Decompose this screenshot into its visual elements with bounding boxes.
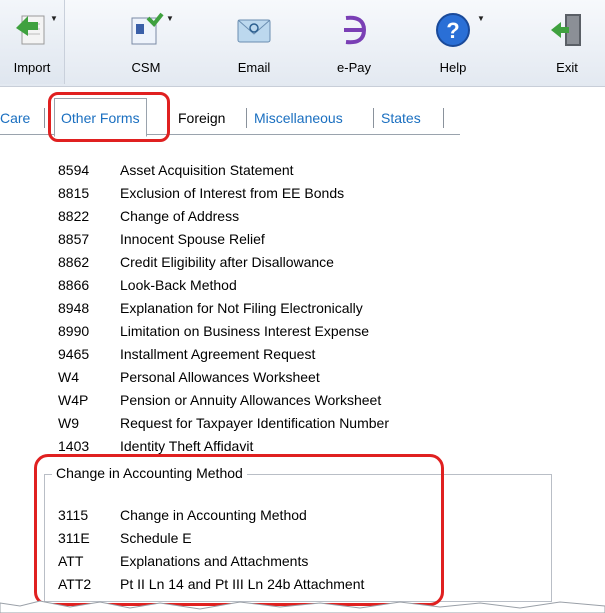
tab-separator xyxy=(373,108,374,128)
exit-button[interactable]: Exit xyxy=(535,0,599,84)
csm-label: CSM xyxy=(131,60,161,75)
tab-foreign[interactable]: Foreign xyxy=(178,102,225,134)
form-code: 8990 xyxy=(58,323,90,339)
help-icon: ? xyxy=(436,13,470,47)
toolbar: ▼ Import ▼ CSM Email e-Pay ? ▼ Help Exit xyxy=(0,0,605,87)
form-code: 8866 xyxy=(58,277,90,293)
form-description: Change of Address xyxy=(120,208,240,224)
form-description: Exclusion of Interest from EE Bonds xyxy=(120,185,345,201)
form-code: 8815 xyxy=(58,185,90,201)
tab-states[interactable]: States xyxy=(381,102,421,134)
form-code: 8594 xyxy=(58,162,90,178)
form-description: Credit Eligibility after Disallowance xyxy=(120,254,334,270)
epay-icon xyxy=(344,15,367,45)
import-label: Import xyxy=(13,60,51,75)
form-description: Installment Agreement Request xyxy=(120,346,316,362)
exit-label: Exit xyxy=(556,60,578,75)
form-description: Pension or Annuity Allowances Worksheet xyxy=(120,392,382,408)
tab-care[interactable]: Care xyxy=(0,102,30,134)
form-code: 8857 xyxy=(58,231,90,247)
form-description: Look-Back Method xyxy=(120,277,237,293)
form-code: W4 xyxy=(58,369,79,385)
exit-icon xyxy=(551,14,581,46)
help-dropdown-icon[interactable]: ▼ xyxy=(477,14,485,23)
csm-button[interactable]: ▼ CSM xyxy=(114,0,178,84)
form-description: Explanation for Not Filing Electronicall… xyxy=(120,300,363,316)
torn-edge-decoration xyxy=(0,600,605,613)
svg-text:?: ? xyxy=(446,18,459,43)
import-button[interactable]: ▼ Import xyxy=(0,0,65,84)
form-description: Request for Taxpayer Identification Numb… xyxy=(120,415,389,431)
epay-button[interactable]: e-Pay xyxy=(322,0,386,84)
epay-label: e-Pay xyxy=(337,60,371,75)
email-icon xyxy=(237,19,271,43)
form-code: 9465 xyxy=(58,346,90,362)
tab-highlight-annotation xyxy=(48,92,170,142)
tab-separator xyxy=(246,108,247,128)
form-description: Identity Theft Affidavit xyxy=(120,438,254,454)
tab-separator xyxy=(44,108,45,128)
tab-separator xyxy=(443,108,444,128)
form-code: 8862 xyxy=(58,254,90,270)
form-code: W9 xyxy=(58,415,79,431)
form-description: Asset Acquisition Statement xyxy=(120,162,294,178)
form-code: 8822 xyxy=(58,208,90,224)
import-dropdown-icon[interactable]: ▼ xyxy=(50,14,58,23)
form-description: Innocent Spouse Relief xyxy=(120,231,265,247)
form-code: 1403 xyxy=(58,438,90,454)
form-code: 8948 xyxy=(58,300,90,316)
email-button[interactable]: Email xyxy=(222,0,286,84)
help-label: Help xyxy=(439,60,467,75)
csm-icon xyxy=(131,12,164,45)
form-code: W4P xyxy=(58,392,89,408)
group-highlight-annotation xyxy=(34,454,444,606)
csm-dropdown-icon[interactable]: ▼ xyxy=(166,14,174,23)
form-description: Personal Allowances Worksheet xyxy=(120,369,320,385)
email-label: Email xyxy=(237,60,271,75)
help-button[interactable]: ? ▼ Help xyxy=(421,0,485,84)
form-description: Limitation on Business Interest Expense xyxy=(120,323,370,339)
import-icon xyxy=(16,15,45,45)
tab-miscellaneous[interactable]: Miscellaneous xyxy=(254,102,343,134)
